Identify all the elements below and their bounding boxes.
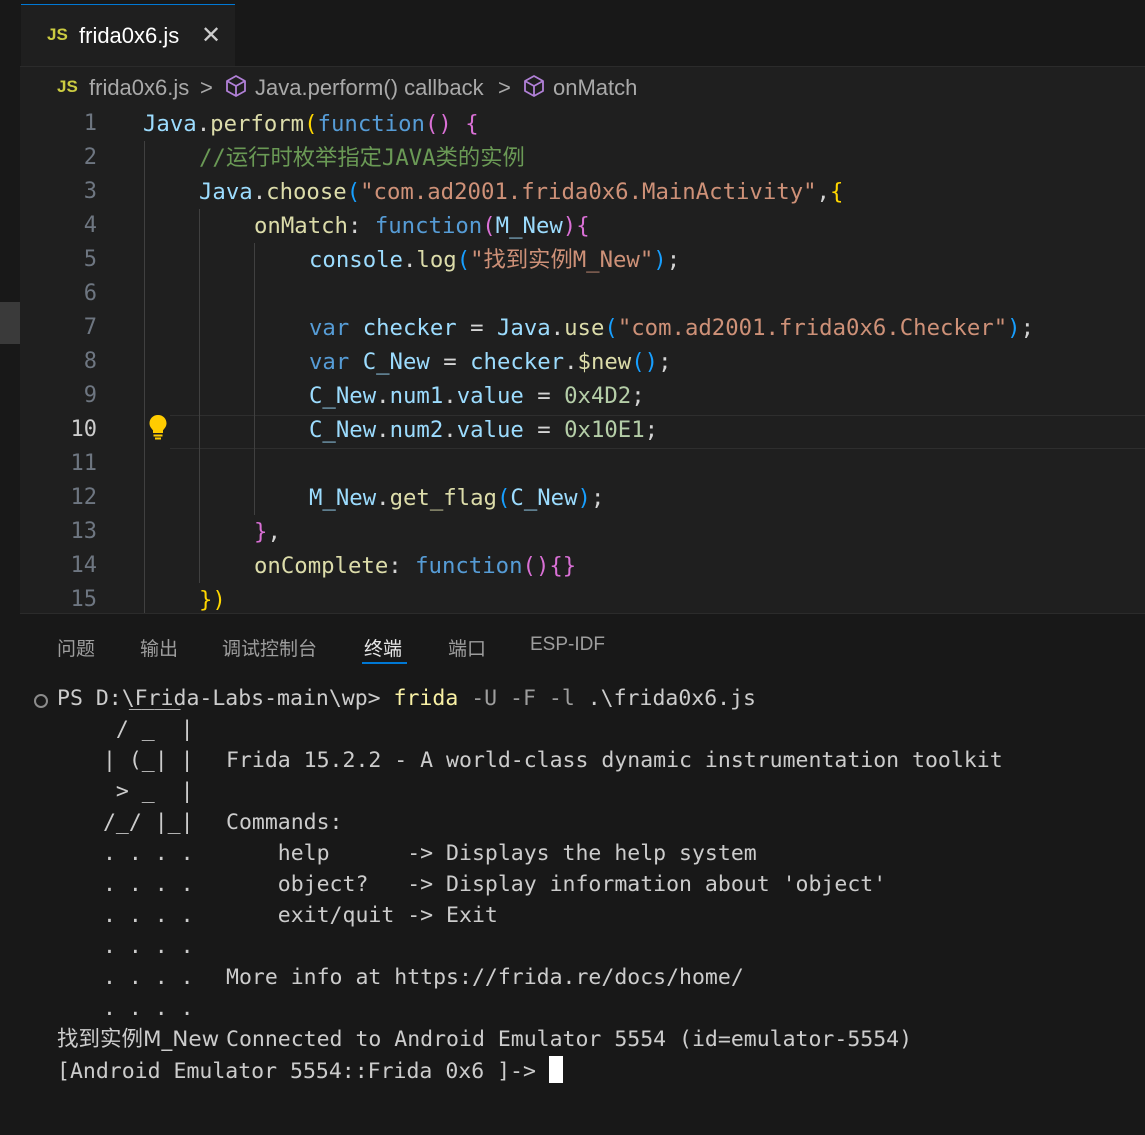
code-line: 6	[20, 277, 1145, 311]
breadcrumb-onmatch[interactable]: onMatch	[553, 75, 637, 101]
code-line: 15 })	[20, 583, 1145, 613]
banner-info-line: help -> Displays the help system	[226, 841, 757, 866]
line-number: 2	[83, 145, 97, 170]
code-text: Java.perform(function() {	[143, 111, 479, 137]
code-line: 7 var checker = Java.use("com.ad2001.fri…	[20, 311, 1145, 345]
tab-output[interactable]: 输出	[140, 634, 178, 661]
tab-frida0x6-js[interactable]: JS frida0x6.js ✕	[21, 4, 235, 66]
code-line: 2 //运行时枚举指定JAVA类的实例	[20, 141, 1145, 175]
tab-ports[interactable]: 端口	[448, 634, 486, 661]
line-number: 3	[83, 179, 97, 204]
code-line: 14 onComplete: function(){}	[20, 549, 1145, 583]
code-text: var checker = Java.use("com.ad2001.frida…	[309, 315, 1034, 341]
breadcrumb: JS frida0x6.js > Java.perform() callback…	[20, 67, 1145, 107]
code-editor[interactable]: 1 Java.perform(function() { 2 //运行时枚举指定J…	[20, 107, 1145, 613]
tab-title: frida0x6.js	[79, 23, 180, 48]
banner-info-line: Commands:	[226, 810, 343, 835]
script-output-line: 找到实例M_New	[57, 1027, 220, 1052]
tab-debug-console[interactable]: 调试控制台	[222, 634, 317, 661]
line-number: 9	[83, 383, 97, 408]
line-number: 15	[70, 587, 98, 612]
method-cube-icon	[224, 74, 248, 104]
tab-terminal[interactable]: 终端	[364, 634, 402, 661]
banner-info-line: Frida 15.2.2 - A world-class dynamic ins…	[226, 748, 1003, 773]
code-text: console.log("找到实例M_New");	[309, 247, 681, 273]
ascii-art-line: | (_| |	[90, 748, 194, 773]
code-line: 8 var C_New = checker.$new();	[20, 345, 1145, 379]
line-number: 14	[70, 553, 98, 578]
code-line: 1 Java.perform(function() {	[20, 107, 1145, 141]
ascii-art-line: . . . .	[90, 903, 194, 928]
tab-problems[interactable]: 问题	[57, 634, 95, 661]
line-number: 4	[83, 213, 97, 238]
code-line: 3 Java.choose("com.ad2001.frida0x6.MainA…	[20, 175, 1145, 209]
code-text: onComplete: function(){}	[254, 553, 577, 579]
code-text: C_New.num2.value = 0x10E1;	[309, 417, 659, 443]
ascii-art-line: . . . .	[90, 996, 194, 1021]
code-line: 5 console.log("找到实例M_New");	[20, 243, 1145, 277]
ascii-art-line: . . . .	[90, 965, 194, 990]
banner-info-line: More info at https://frida.re/docs/home/	[226, 965, 744, 990]
javascript-file-icon: JS	[47, 25, 68, 44]
repl-prompt[interactable]: [Android Emulator 5554::Frida 0x6 ]->	[57, 1056, 563, 1087]
activity-strip	[0, 0, 20, 1135]
code-text: },	[254, 519, 281, 545]
method-cube-icon	[522, 74, 546, 104]
ascii-art-line: /_/ |_|	[90, 810, 194, 835]
code-line: 9 C_New.num1.value = 0x4D2;	[20, 379, 1145, 413]
code-text: var C_New = checker.$new();	[309, 349, 672, 375]
tab-esp-idf[interactable]: ESP-IDF	[530, 634, 605, 656]
ascii-art-line: . . . .	[90, 934, 194, 959]
code-line: 13 },	[20, 515, 1145, 549]
banner-info-line: object? -> Display information about 'ob…	[226, 872, 887, 897]
ascii-art-line: / _ |	[90, 717, 194, 742]
line-number: 8	[83, 349, 97, 374]
breadcrumb-separator: >	[200, 75, 213, 100]
breadcrumb-callback[interactable]: Java.perform() callback	[255, 75, 484, 101]
close-icon[interactable]: ✕	[201, 21, 221, 49]
terminal-output[interactable]: PS D:\Frida-Labs-main\wp> frida -U -F -l…	[20, 684, 1145, 1135]
line-number: 5	[83, 247, 97, 272]
line-number: 10	[70, 417, 98, 442]
scroll-marker	[0, 302, 20, 344]
code-line: 11	[20, 447, 1145, 481]
code-text: Java.choose("com.ad2001.frida0x6.MainAct…	[199, 179, 844, 205]
ascii-art-line: > _ |	[90, 779, 194, 804]
line-number: 13	[70, 519, 98, 544]
code-text: M_New.get_flag(C_New);	[309, 485, 605, 511]
active-tab-indicator	[362, 662, 407, 664]
code-text: })	[199, 587, 226, 613]
line-number: 11	[70, 451, 98, 476]
bottom-panel: 问题 输出 调试控制台 终端 端口 ESP-IDF PS D:\Frida-La…	[20, 613, 1145, 1135]
line-number: 7	[83, 315, 97, 340]
ascii-art-line: . . . .	[90, 841, 194, 866]
ascii-art-line: ____	[90, 686, 181, 711]
code-line: 12 M_New.get_flag(C_New);	[20, 481, 1145, 515]
vscode-window: JS frida0x6.js ✕ JS frida0x6.js > Java.p…	[0, 0, 1145, 1135]
code-line: 4 onMatch: function(M_New){	[20, 209, 1145, 243]
line-number: 12	[70, 485, 98, 510]
javascript-file-icon: JS	[57, 77, 78, 96]
banner-info-line: exit/quit -> Exit	[226, 903, 498, 928]
line-number: 1	[83, 111, 97, 136]
code-text: C_New.num1.value = 0x4D2;	[309, 383, 645, 409]
code-line-active: 10 C_New.num2.value = 0x10E1;	[20, 413, 1145, 447]
code-text: //运行时枚举指定JAVA类的实例	[199, 145, 525, 171]
code-text: onMatch: function(M_New){	[254, 213, 590, 239]
banner-info-line: Connected to Android Emulator 5554 (id=e…	[226, 1027, 913, 1052]
ascii-art-line: . . . .	[90, 872, 194, 897]
breadcrumb-file[interactable]: frida0x6.js	[89, 75, 189, 101]
command-status-icon	[34, 694, 48, 708]
line-number: 6	[83, 281, 97, 306]
breadcrumb-separator: >	[498, 75, 511, 100]
editor-tab-bar: JS frida0x6.js ✕	[20, 0, 1145, 67]
terminal-cursor	[548, 1056, 563, 1083]
